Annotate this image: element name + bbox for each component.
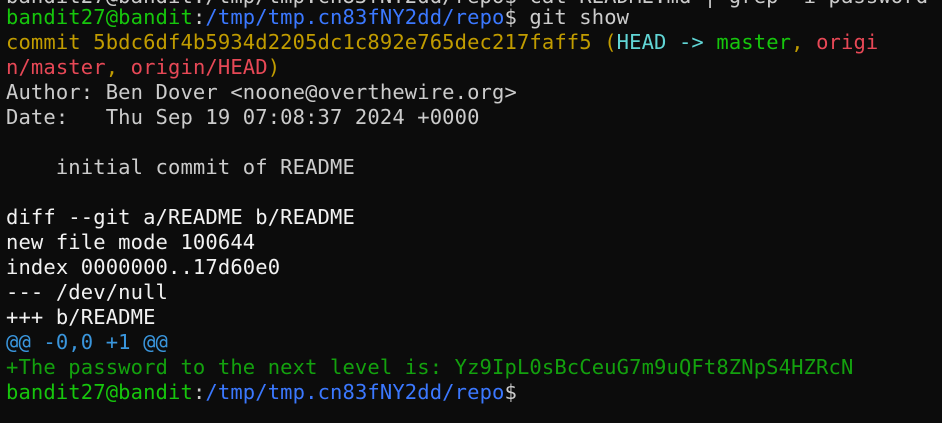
- author-line: Author: Ben Dover <noone@overthewire.org…: [6, 80, 517, 104]
- prompt-line-git-show: bandit27@bandit:/tmp/tmp.cn83fNY2dd/repo…: [6, 5, 629, 30]
- prompt-user-host: bandit27@bandit: [6, 380, 193, 404]
- terminal-window[interactable]: bandit27@bandit:/tmp/tmp.cn83fNY2dd/repo…: [0, 0, 942, 423]
- file-mode-line: new file mode 100644: [6, 230, 256, 254]
- commit-paren-open: (: [604, 30, 617, 54]
- commit-comma: ,: [105, 55, 131, 79]
- index-line: index 0000000..17d60e0: [6, 255, 281, 279]
- remote-branch-master: n/master: [6, 55, 106, 79]
- commit-paren-close: ): [267, 55, 281, 79]
- commit-comma: ,: [791, 30, 817, 54]
- commit-line-wrap: n/master, origin/HEAD): [6, 55, 280, 80]
- remote-branch-head: origin/HEAD: [130, 55, 268, 79]
- prompt-colon: :: [192, 380, 206, 404]
- prompt-colon: :: [192, 5, 206, 29]
- prompt-dollar: $: [504, 5, 517, 29]
- commit-line: commit 5bdc6df4b5934d2205dc1c892e765dec2…: [6, 30, 878, 55]
- prompt-path: /tmp/tmp.cn83fNY2dd/repo: [205, 380, 505, 404]
- commit-hash: commit 5bdc6df4b5934d2205dc1c892e765dec2…: [6, 30, 605, 54]
- new-file-line: +++ b/README: [6, 305, 156, 329]
- head-ref: HEAD ->: [616, 30, 717, 54]
- diff-header: diff --git a/README b/README: [6, 205, 355, 229]
- prompt-line-current: bandit27@bandit:/tmp/tmp.cn83fNY2dd/repo…: [6, 380, 517, 405]
- added-password-line: +The password to the next level is: Yz9I…: [6, 355, 854, 379]
- branch-master: master: [716, 30, 792, 54]
- date-line: Date: Thu Sep 19 07:08:37 2024 +0000: [6, 105, 480, 129]
- prompt-path: /tmp/tmp.cn83fNY2dd/repo: [205, 5, 505, 29]
- prompt-dollar: $: [504, 380, 517, 404]
- hunk-header: @@ -0,0 +1 @@: [6, 330, 169, 354]
- remote-branch-part: origi: [816, 30, 879, 54]
- commit-message: initial commit of README: [6, 155, 355, 179]
- old-file-line: --- /dev/null: [6, 280, 169, 304]
- command-text: git show: [516, 5, 630, 29]
- prompt-user-host: bandit27@bandit: [6, 5, 193, 29]
